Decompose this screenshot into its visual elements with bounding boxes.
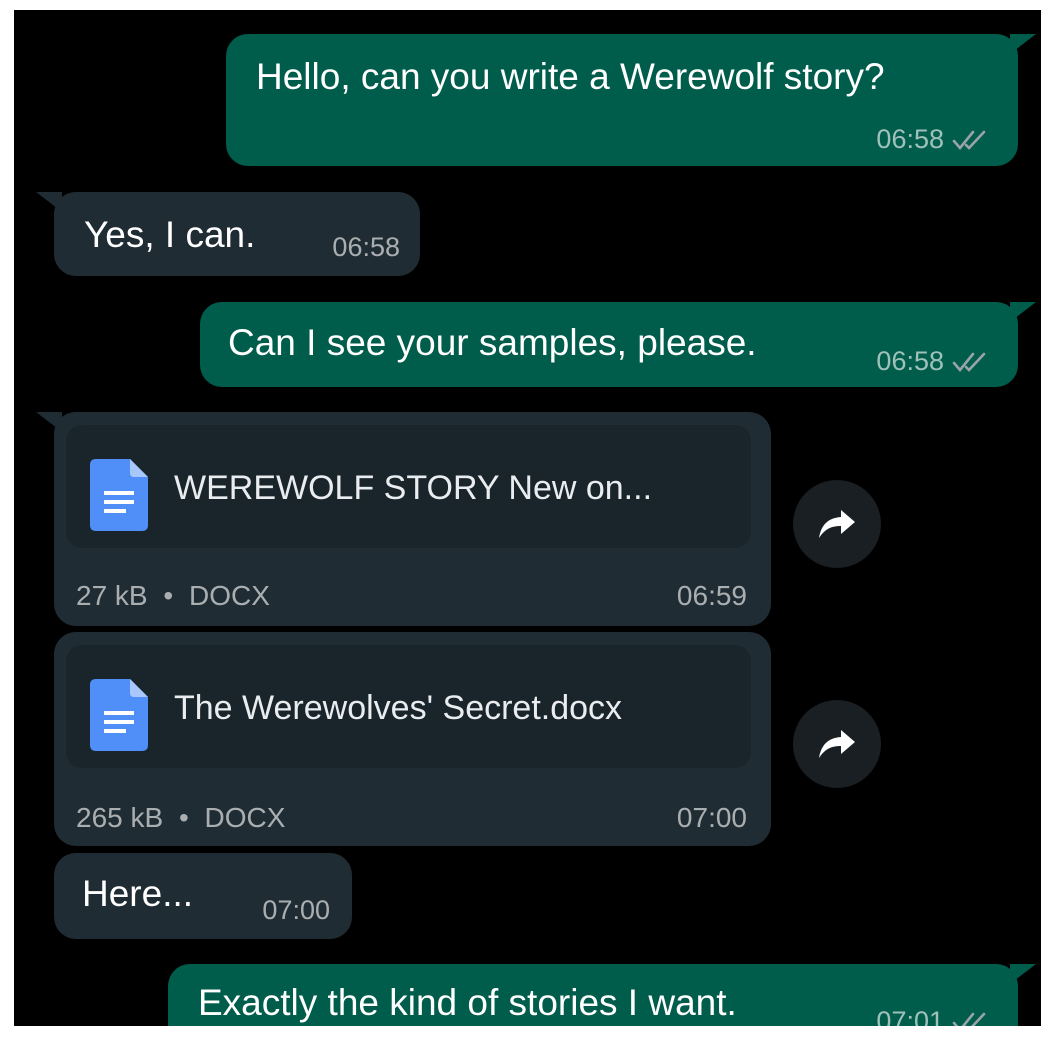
message-time: 07:00 <box>676 802 747 833</box>
document-name: The Werewolves' Secret.docx <box>174 689 623 727</box>
message-time: 07:01 <box>876 1006 944 1026</box>
document-card[interactable]: The Werewolves' Secret.docx <box>66 645 751 768</box>
message-text: Exactly the kind of stories I want. <box>198 982 737 1023</box>
document-size: 27 kB <box>76 580 148 611</box>
document-type: DOCX <box>204 802 286 833</box>
chat-screen: Hello, can you write a Werewolf story? 0… <box>14 10 1041 1026</box>
document-type: DOCX <box>188 580 270 611</box>
document-info: 27 kB • DOCX <box>76 580 270 612</box>
bubble-tail <box>36 192 62 212</box>
read-ticks-icon <box>952 352 986 372</box>
document-card[interactable]: WEREWOLF STORY New on... <box>66 425 751 548</box>
document-name: WEREWOLF STORY New on... <box>174 469 653 507</box>
message-meta: 06:58 <box>876 346 992 377</box>
read-ticks-icon <box>952 130 986 150</box>
bubble-tail <box>1010 964 1036 984</box>
message-text: Here... <box>82 873 194 914</box>
message-bubble-outgoing[interactable]: Hello, can you write a Werewolf story? 0… <box>226 34 1036 166</box>
message-bubble-outgoing[interactable]: Exactly the kind of stories I want. 07:0… <box>168 964 1036 1026</box>
message-meta: 07:01 <box>876 1006 992 1026</box>
document-message[interactable]: WEREWOLF STORY New on... 27 kB • DOCX 06… <box>36 412 771 626</box>
separator-dot: • <box>163 580 174 611</box>
bubble-tail <box>36 412 62 432</box>
message-bubble-incoming[interactable]: Here... 07:00 <box>54 853 352 939</box>
message-meta: 07:00 <box>262 895 330 926</box>
message-bubble-incoming[interactable]: Yes, I can. 06:58 <box>36 192 420 276</box>
separator-dot: • <box>178 802 189 833</box>
bubble-tail <box>1010 34 1036 54</box>
message-meta: 06:58 <box>332 232 400 263</box>
message-time: 06:58 <box>876 124 944 154</box>
message-time: 06:58 <box>332 232 400 262</box>
read-ticks-icon <box>952 1012 986 1026</box>
message-text: Yes, I can. <box>84 214 256 255</box>
document-size: 265 kB <box>76 802 164 833</box>
message-meta: 06:58 <box>876 124 992 155</box>
document-info: 265 kB • DOCX <box>76 802 285 834</box>
message-text: Can I see your samples, please. <box>228 322 757 363</box>
message-bubble-outgoing[interactable]: Can I see your samples, please. 06:58 <box>200 302 1036 387</box>
message-text: Hello, can you write a Werewolf story? <box>256 56 885 97</box>
message-time: 06:59 <box>676 580 747 611</box>
message-time: 06:58 <box>876 346 944 376</box>
forward-button[interactable] <box>793 700 881 788</box>
message-time: 07:00 <box>262 895 330 925</box>
bubble-tail <box>1010 302 1036 322</box>
forward-icon <box>819 730 855 758</box>
document-message[interactable]: The Werewolves' Secret.docx 265 kB • DOC… <box>54 632 771 846</box>
forward-icon <box>819 510 855 538</box>
document-icon <box>90 679 148 751</box>
forward-button[interactable] <box>793 480 881 568</box>
document-icon <box>90 459 148 531</box>
